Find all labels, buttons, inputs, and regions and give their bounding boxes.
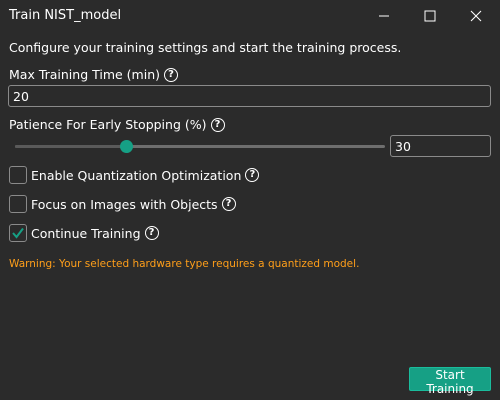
max-training-time-label-text: Max Training Time (min) — [9, 67, 161, 82]
title-bar: Train NIST_model — [0, 0, 500, 32]
checkmark-icon — [12, 227, 24, 239]
patience-slider[interactable] — [15, 139, 385, 153]
help-icon[interactable]: ? — [221, 197, 236, 211]
patience-label-text: Patience For Early Stopping (%) — [9, 117, 207, 132]
intro-text: Configure your training settings and sta… — [9, 40, 402, 55]
help-icon[interactable]: ? — [210, 117, 225, 132]
minimize-icon — [379, 15, 389, 17]
patience-label: Patience For Early Stopping (%) ? — [9, 117, 225, 132]
focus-objects-label: Focus on Images with Objects — [31, 196, 218, 212]
minimize-button[interactable] — [361, 0, 407, 32]
warning-message: Warning: Your selected hardware type req… — [9, 258, 360, 270]
slider-handle[interactable] — [120, 140, 133, 153]
help-icon[interactable]: ? — [164, 67, 179, 82]
maximize-button[interactable] — [407, 0, 453, 32]
max-training-time-label: Max Training Time (min) ? — [9, 67, 179, 82]
continue-training-option[interactable]: Continue Training ? — [9, 224, 159, 242]
close-button[interactable] — [453, 0, 499, 32]
quantization-checkbox[interactable] — [9, 166, 27, 184]
max-training-time-input[interactable] — [8, 85, 491, 107]
help-icon[interactable]: ? — [245, 168, 260, 182]
focus-objects-option[interactable]: Focus on Images with Objects ? — [9, 195, 236, 213]
window-title: Train NIST_model — [9, 8, 122, 23]
quantization-option[interactable]: Enable Quantization Optimization ? — [9, 166, 260, 184]
continue-training-label: Continue Training — [31, 225, 141, 241]
help-icon[interactable]: ? — [144, 226, 159, 240]
quantization-label: Enable Quantization Optimization — [31, 167, 242, 183]
start-training-button[interactable]: Start Training — [409, 367, 491, 396]
focus-objects-checkbox[interactable] — [9, 195, 27, 213]
continue-training-checkbox[interactable] — [9, 224, 27, 242]
slider-fill — [15, 145, 126, 148]
maximize-icon — [424, 10, 436, 22]
close-icon — [470, 10, 482, 22]
patience-input[interactable] — [390, 135, 491, 157]
